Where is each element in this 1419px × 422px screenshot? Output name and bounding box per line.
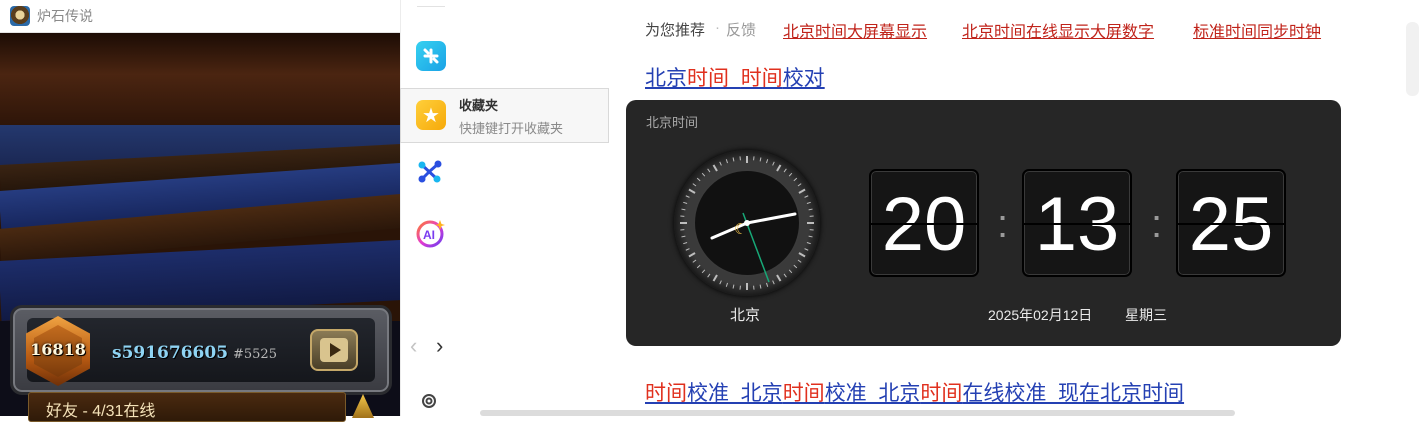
game-titlebar[interactable]: 炉石传说: [0, 0, 400, 33]
result-title-1[interactable]: 北京时间_时间校对: [645, 62, 825, 92]
analog-clock: ☾: [674, 150, 820, 296]
rec-link-1[interactable]: 北京时间大屏幕显示: [783, 18, 927, 42]
widget-label: 北京时间: [646, 112, 698, 131]
flip-hour: 20: [869, 169, 979, 277]
battletag-name: s591676605: [112, 343, 228, 363]
moon-icon: ☾: [734, 220, 747, 238]
separator: ·: [715, 19, 720, 36]
friends-status: 好友 - 4/31在线: [46, 397, 155, 421]
colon-2: :: [1151, 204, 1159, 244]
rec-link-3[interactable]: 标准时间同步时钟: [1193, 18, 1321, 42]
feedback-link[interactable]: 反馈: [726, 19, 756, 40]
recommend-label: 为您推荐: [645, 19, 705, 40]
play-icon: [330, 343, 341, 357]
chevron-right-icon[interactable]: ›: [436, 333, 443, 359]
horizontal-scrollbar[interactable]: [480, 410, 1235, 416]
gear-icon[interactable]: [418, 390, 440, 418]
colon-1: :: [997, 204, 1005, 244]
hearthstone-icon: [10, 6, 30, 26]
favorites-tooltip: ★ 收藏夹 快捷键打开收藏夹: [400, 88, 609, 143]
result-title-2[interactable]: 时间校准_北京时间校准_北京时间在线校准_现在北京时间: [645, 377, 1184, 407]
rec-link-2[interactable]: 北京时间在线显示大屏数字: [962, 18, 1154, 42]
ai-icon[interactable]: AI: [415, 217, 445, 247]
play-button[interactable]: [310, 329, 358, 371]
rank-number: 16818: [26, 340, 90, 359]
tooltip-subtitle: 快捷键打开收藏夹: [459, 118, 563, 137]
svg-text:AI: AI: [423, 228, 435, 242]
city-label: 北京: [730, 304, 760, 325]
star-icon: ★: [416, 100, 446, 130]
graph-icon[interactable]: [415, 157, 445, 187]
tooltip-title: 收藏夹: [459, 95, 498, 114]
weekday-label: 星期三: [1125, 305, 1167, 325]
chevron-left-icon[interactable]: ‹: [410, 333, 417, 359]
flip-second: 25: [1176, 169, 1286, 277]
battletag-number: #5525: [233, 347, 277, 362]
app-icon-blue[interactable]: [416, 41, 446, 71]
game-window-title: 炉石传说: [37, 6, 93, 26]
date-label: 2025年02月12日: [988, 305, 1092, 325]
clock-widget: 北京时间 ☾ 北京 20 : 13 : 25 2025年02月12日 星期三: [626, 100, 1341, 346]
vertical-scrollbar[interactable]: [1406, 22, 1419, 96]
flip-minute: 13: [1022, 169, 1132, 277]
minute-hand: [747, 214, 795, 223]
